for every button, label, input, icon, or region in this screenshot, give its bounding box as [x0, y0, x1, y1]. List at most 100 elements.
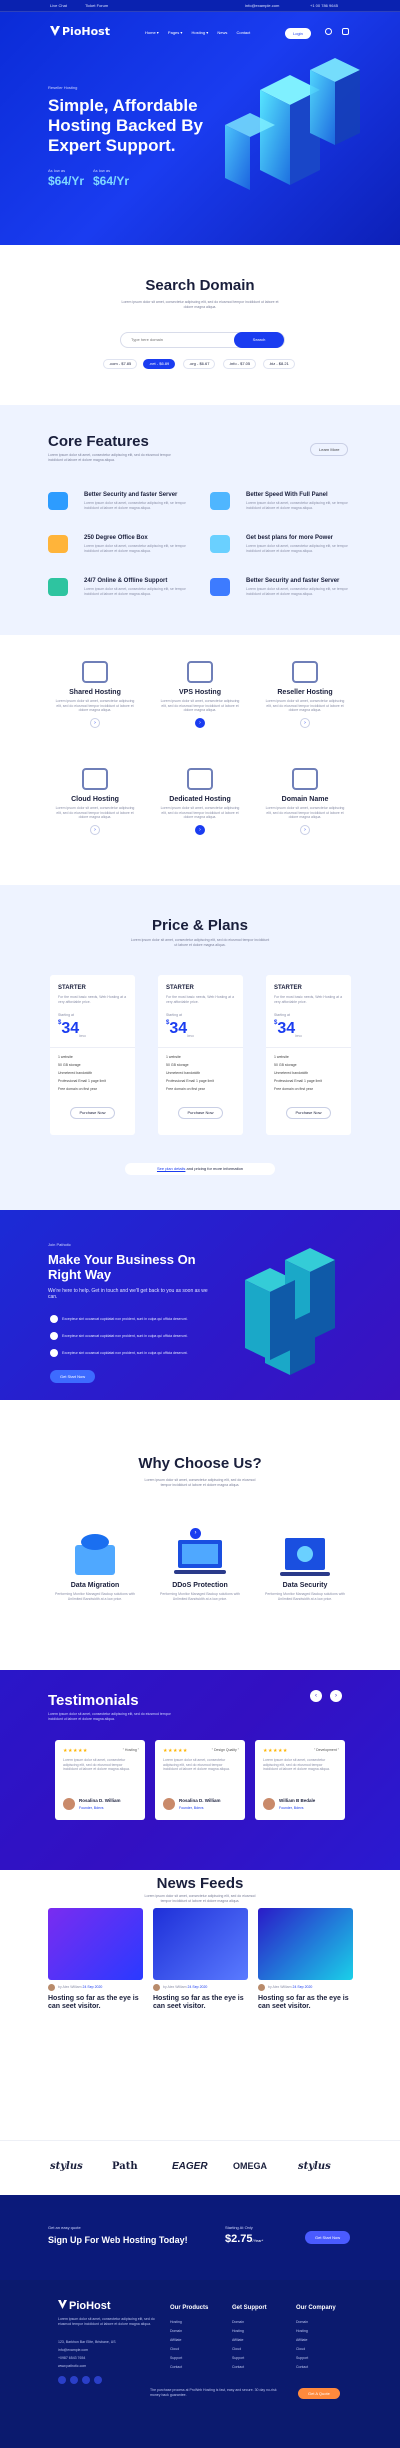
- tld-pill[interactable]: .net - $6.89: [143, 359, 176, 369]
- purchase-button[interactable]: Purchase Now: [70, 1107, 115, 1119]
- cta-eyebrow: Get an easy quote: [48, 2225, 81, 2230]
- learn-more-button[interactable]: Learn More: [310, 443, 349, 456]
- arrow-right-icon[interactable]: ›: [195, 717, 205, 728]
- reseller-hosting-icon: [292, 661, 318, 683]
- pricing-desc: Lorem ipsum dolor sit amet, consectetur …: [130, 938, 270, 947]
- logo[interactable]: PioHost: [50, 25, 110, 38]
- tld-pill[interactable]: .info - $7.05: [223, 359, 257, 369]
- hosting-card[interactable]: Cloud Hosting Lorem ipsum dolor sit amet,…: [40, 760, 150, 870]
- search-icon[interactable]: [325, 28, 332, 35]
- pricing-section: Price & Plans Lorem ipsum dolor sit amet…: [0, 885, 400, 1210]
- features-title: Core Features: [48, 433, 149, 450]
- purchase-button[interactable]: Purchase Now: [178, 1107, 223, 1119]
- features-desc: Lorem ipsum dolor sit amet, consectetur …: [48, 453, 171, 462]
- news-card[interactable]: by Alex William 24 Sep 2020 Hosting so fa…: [153, 1908, 248, 2058]
- footer-link[interactable]: Affiliate: [296, 2338, 307, 2342]
- hosting-card[interactable]: VPS Hosting Lorem ipsum dolor sit amet, c…: [145, 653, 255, 763]
- nav-pages[interactable]: Pages ▾: [168, 30, 182, 35]
- facebook-icon[interactable]: [58, 2376, 66, 2384]
- footer-col-title: Our Products: [170, 2305, 209, 2311]
- footer-link[interactable]: Hosting: [232, 2329, 244, 2333]
- arrow-right-icon[interactable]: ›: [190, 1528, 201, 1539]
- hero-eyebrow: Reseller Hosting: [48, 85, 78, 90]
- check-icon: [50, 1349, 58, 1357]
- footer-link[interactable]: Support: [170, 2356, 182, 2360]
- topbar-phone[interactable]: +1 00 786 9645: [310, 3, 338, 8]
- linkedin-icon[interactable]: [82, 2376, 90, 2384]
- news-image: [48, 1908, 143, 1980]
- footer-phone[interactable]: +0987 6543 7654: [58, 2356, 85, 2360]
- ticket-forum-link[interactable]: Ticket Forum: [85, 3, 108, 8]
- nav-news[interactable]: News: [217, 30, 227, 35]
- footer-link[interactable]: Contact: [170, 2365, 182, 2369]
- tld-pill[interactable]: .com - $7.85: [103, 359, 138, 369]
- footer-link[interactable]: Contact: [232, 2365, 244, 2369]
- testimonial-card: ★★★★★ " Hosting " Lorem ipsum dolor sit am…: [55, 1740, 145, 1820]
- brand-logo: stylus: [298, 2161, 331, 2172]
- topbar-email[interactable]: info@example.com: [245, 3, 279, 8]
- news-card[interactable]: by Alex William 24 Sep 2020 Hosting so fa…: [258, 1908, 353, 2058]
- feature-item: 24/7 Online & Offline Support Lorem ipsum…: [48, 576, 198, 604]
- tld-pill[interactable]: .org - $6.67: [183, 359, 216, 369]
- footer-link[interactable]: Affiliate: [170, 2338, 181, 2342]
- next-arrow-icon[interactable]: ›: [330, 1690, 342, 1702]
- server-illustration: [225, 58, 360, 190]
- get-quote-button[interactable]: Get A Quote: [298, 2388, 340, 2399]
- plan-details-link[interactable]: See plan details: [157, 1166, 185, 1171]
- prev-arrow-icon[interactable]: ‹: [310, 1690, 322, 1702]
- footer-link[interactable]: Cloud: [170, 2347, 179, 2351]
- footer-link[interactable]: Hosting: [170, 2320, 182, 2324]
- footer-link[interactable]: Support: [296, 2356, 308, 2360]
- login-button[interactable]: Login: [285, 28, 311, 39]
- footer-link[interactable]: Cloud: [232, 2347, 241, 2351]
- hosting-types-section: Shared Hosting Lorem ipsum dolor sit amet…: [0, 635, 400, 885]
- pricing-card: STARTER For the most basic needs, Web Hos…: [158, 975, 243, 1135]
- logo-icon: [58, 2300, 67, 2309]
- nav-contact[interactable]: Contact: [236, 30, 250, 35]
- arrow-right-icon[interactable]: ›: [90, 717, 100, 728]
- arrow-right-icon[interactable]: ›: [300, 824, 310, 835]
- footer-link[interactable]: Hosting: [296, 2329, 308, 2333]
- footer-link[interactable]: Support: [232, 2356, 244, 2360]
- hosting-card[interactable]: Reseller Hosting Lorem ipsum dolor sit am…: [250, 653, 360, 763]
- footer-link[interactable]: Domain: [296, 2320, 308, 2324]
- nav-home[interactable]: Home ▾: [145, 30, 159, 35]
- footer-col-title: Get Support: [232, 2305, 267, 2311]
- search-button[interactable]: Search: [234, 332, 284, 348]
- purchase-button[interactable]: Purchase Now: [286, 1107, 331, 1119]
- live-chat-link[interactable]: Live Chat: [50, 3, 67, 8]
- testimonials-desc: Lorem ipsum dolor sit amet, consectetur …: [48, 1712, 171, 1721]
- hosting-card[interactable]: Domain Name Lorem ipsum dolor sit amet, c…: [250, 760, 360, 870]
- business-section: Join Pathotic Make Your Business On Righ…: [0, 1210, 400, 1400]
- footer-logo[interactable]: PioHost: [58, 2300, 111, 2312]
- cart-icon[interactable]: [342, 28, 349, 35]
- testimonials-section: Testimonials Lorem ipsum dolor sit amet,…: [0, 1670, 400, 1870]
- hosting-card[interactable]: Dedicated Hosting Lorem ipsum dolor sit a…: [145, 760, 255, 870]
- plans-icon: [210, 535, 230, 553]
- footer-email[interactable]: info@example.com: [58, 2348, 88, 2352]
- arrow-right-icon[interactable]: ›: [300, 717, 310, 728]
- footer-link[interactable]: Domain: [232, 2320, 244, 2324]
- instagram-icon[interactable]: [94, 2376, 102, 2384]
- hosting-card[interactable]: Shared Hosting Lorem ipsum dolor sit amet…: [40, 653, 150, 763]
- footer-link[interactable]: Contact: [296, 2365, 308, 2369]
- news-card[interactable]: by Alex William 24 Sep 2020 Hosting so fa…: [48, 1908, 143, 2058]
- news-image: [258, 1908, 353, 1980]
- twitter-icon[interactable]: [70, 2376, 78, 2384]
- rating-stars: ★★★★★: [263, 1748, 288, 1754]
- nav-hosting[interactable]: Hosting ▾: [192, 30, 209, 35]
- cta-button[interactable]: Get Start Now: [305, 2231, 351, 2244]
- arrow-right-icon[interactable]: ›: [90, 824, 100, 835]
- footer-link[interactable]: Domain: [170, 2329, 182, 2333]
- domain-search-input[interactable]: [131, 337, 231, 342]
- get-start-button[interactable]: Get Start Now: [50, 1370, 96, 1383]
- footer-website[interactable]: www.pathotic.com: [58, 2364, 86, 2368]
- testimonial-card: ★★★★★ " Development " Lorem ipsum dolor si…: [255, 1740, 345, 1820]
- search-domain-section: Search Domain Lorem ipsum dolor sit amet…: [0, 245, 400, 405]
- footer-link[interactable]: Affiliate: [232, 2338, 243, 2342]
- check-icon: [50, 1332, 58, 1340]
- ddos-protection-icon: [174, 1540, 226, 1574]
- tld-pill[interactable]: .biz - $8.21: [263, 359, 295, 369]
- arrow-right-icon[interactable]: ›: [195, 824, 205, 835]
- footer-link[interactable]: Cloud: [296, 2347, 305, 2351]
